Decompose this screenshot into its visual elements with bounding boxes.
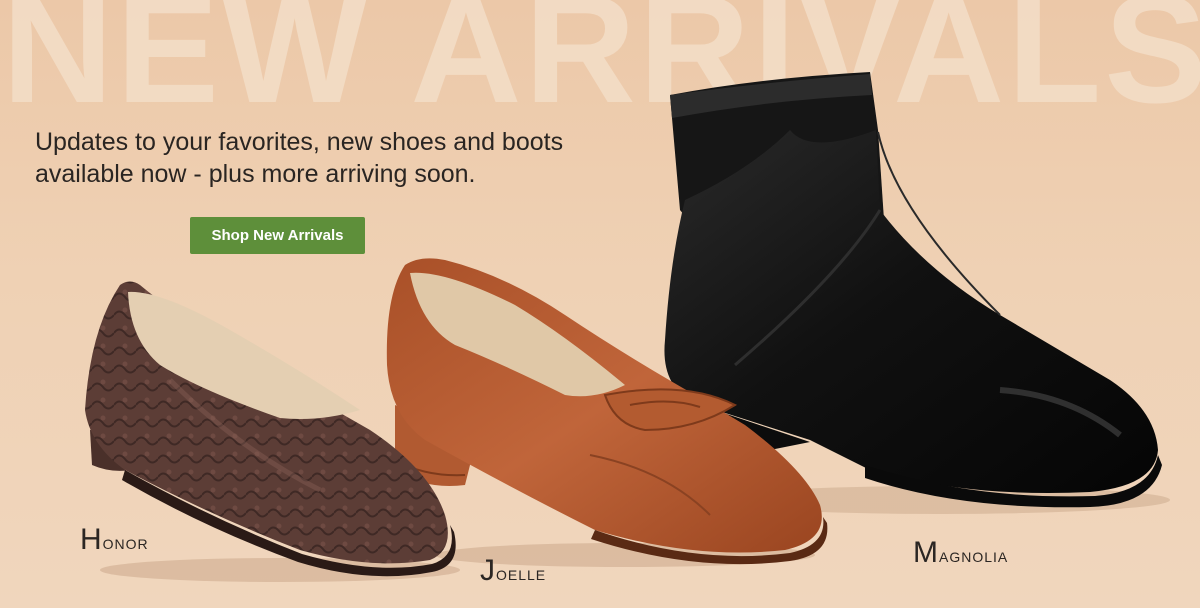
product-label-magnolia[interactable]: Magnolia — [913, 536, 1008, 570]
tagline-line-2: available now - plus more arriving soon. — [35, 160, 476, 188]
new-arrivals-banner[interactable]: NEW ARRIVALS Updates to your favorites, … — [0, 0, 1200, 608]
tagline-line-1: Updates to your favorites, new shoes and… — [35, 128, 564, 156]
product-label-honor[interactable]: Honor — [80, 523, 149, 557]
tagline: Updates to your favorites, new shoes and… — [35, 126, 655, 190]
product-label-joelle[interactable]: Joelle — [480, 554, 546, 588]
shop-new-arrivals-button[interactable]: Shop New Arrivals — [190, 217, 365, 254]
